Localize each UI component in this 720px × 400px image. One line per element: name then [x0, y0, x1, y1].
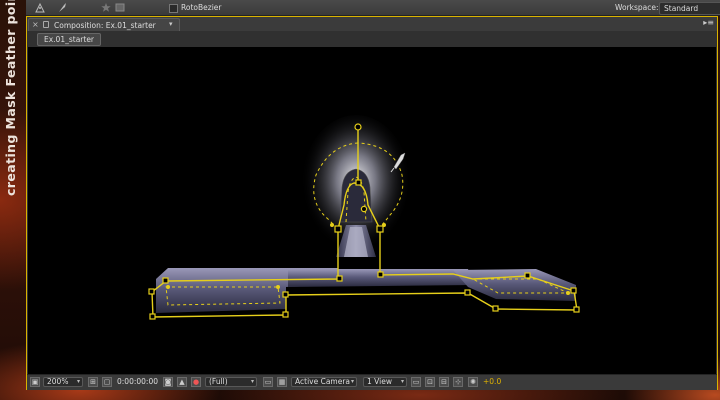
transparency-grid-icon[interactable]: ▦ — [277, 377, 287, 387]
robot-head — [339, 168, 373, 223]
side-caption: creating Mask Feather points — [3, 0, 23, 196]
star-icon[interactable] — [100, 2, 112, 13]
mask-vertex — [355, 179, 362, 186]
exposure-icon[interactable]: ✺ — [468, 377, 478, 387]
feather-point — [566, 291, 570, 295]
mask-vertex — [524, 272, 531, 279]
rotobezier-checkbox[interactable] — [169, 4, 178, 13]
workspace-dropdown[interactable]: Standard ▾ — [659, 2, 720, 15]
viewer-controls-bar: ▣ 200% ▾ ⊞ ▢ 0:00:00:00 ◙ ▲ ● (Full) ▾ ▭… — [27, 374, 717, 390]
feather-tool-icon[interactable] — [56, 2, 68, 13]
workspace-label: Workspace: — [615, 3, 659, 12]
snapshot-icon[interactable]: ◙ — [163, 377, 173, 387]
panel-tab-bar: × Composition: Ex.01_starter ▾ ▸≡ — [27, 17, 717, 32]
tab-title: Composition: Ex.01_starter — [54, 21, 156, 30]
lock-icon[interactable] — [43, 21, 49, 28]
zoom-value: 200% — [47, 377, 69, 386]
mask-vertex — [360, 205, 368, 213]
composition-viewer[interactable] — [28, 47, 716, 374]
mask-vertex — [376, 225, 384, 233]
timeline-icon[interactable]: ⊟ — [439, 377, 449, 387]
mask-vertex — [162, 277, 169, 284]
chevron-down-icon: ▾ — [76, 378, 80, 385]
camera-dropdown[interactable]: Active Camera ▾ — [291, 377, 357, 387]
zoom-dropdown[interactable]: 200% ▾ — [43, 377, 83, 387]
mask-artwork — [148, 115, 580, 320]
always-preview-icon[interactable]: ▣ — [30, 377, 40, 387]
mask-vertex — [282, 291, 289, 298]
breadcrumb[interactable]: Ex.01_starter — [37, 33, 102, 46]
mask-vertex — [570, 287, 577, 294]
flowchart-icon[interactable]: ⊹ — [453, 377, 463, 387]
mask-vertex — [492, 305, 499, 312]
tab-menu-chevron-icon[interactable]: ▾ — [169, 20, 173, 28]
pen-tool-icon[interactable] — [34, 2, 46, 13]
exposure-value[interactable]: +0.0 — [483, 377, 501, 387]
mask-vertex — [354, 123, 362, 131]
feather-point — [276, 285, 280, 289]
composition-panel: × Composition: Ex.01_starter ▾ ▸≡ Ex.01_… — [26, 16, 718, 390]
comp-navigator-bar: Ex.01_starter — [27, 31, 717, 47]
mask-vertex — [148, 288, 155, 295]
feather-point — [330, 223, 334, 227]
resolution-dropdown[interactable]: (Full) ▾ — [205, 377, 257, 387]
view-layout-dropdown[interactable]: 1 View ▾ — [363, 377, 407, 387]
shape-tool-icon[interactable] — [114, 2, 126, 13]
camera-value: Active Camera — [295, 377, 351, 386]
mask-vertex — [334, 225, 342, 233]
mask-vertex — [149, 313, 156, 320]
color-channel-icon[interactable]: ● — [191, 377, 201, 387]
view-layout-value: 1 View — [367, 377, 392, 386]
tools-toolbar: RotoBezier Workspace: Standard ▾ — [26, 0, 720, 16]
mask-vertex — [282, 311, 289, 318]
title-safe-icon[interactable]: ⊞ — [88, 377, 98, 387]
panel-menu-icon[interactable]: ▸≡ — [703, 18, 714, 27]
toggle-pixel-aspect-icon[interactable]: ▭ — [411, 377, 421, 387]
chevron-down-icon: ▾ — [350, 378, 354, 385]
tab-composition[interactable]: × Composition: Ex.01_starter ▾ — [28, 18, 180, 32]
region-of-interest-icon[interactable]: ▭ — [263, 377, 273, 387]
feather-point — [382, 223, 386, 227]
mask-vertex — [377, 271, 384, 278]
mask-vertex — [573, 306, 580, 313]
panel-close-icon[interactable]: × — [32, 20, 39, 29]
chevron-down-icon: ▾ — [400, 378, 404, 385]
mask-vertex — [336, 275, 343, 282]
workspace-value: Standard — [664, 4, 699, 13]
show-snapshot-icon[interactable]: ▲ — [177, 377, 187, 387]
current-time[interactable]: 0:00:00:00 — [117, 377, 161, 387]
resolution-value: (Full) — [209, 377, 228, 386]
mask-visibility-icon[interactable]: ▢ — [102, 377, 112, 387]
fast-preview-icon[interactable]: ⊡ — [425, 377, 435, 387]
mask-vertex — [464, 289, 471, 296]
feather-point — [166, 285, 170, 289]
chevron-down-icon: ▾ — [250, 378, 254, 385]
rotobezier-label: RotoBezier — [181, 3, 222, 12]
